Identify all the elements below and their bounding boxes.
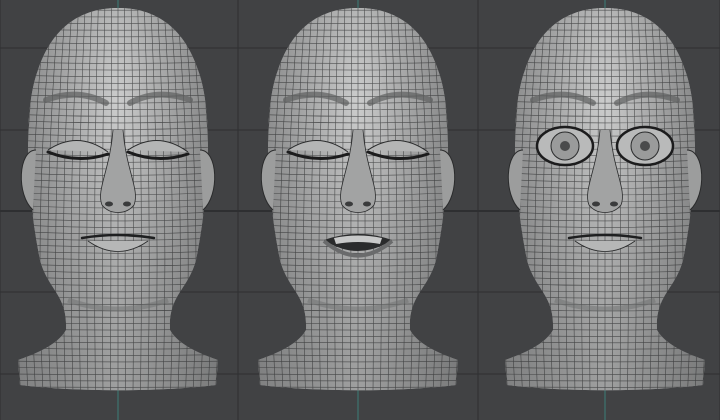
- head-models: [18, 8, 705, 391]
- nostril: [345, 201, 353, 207]
- 3d-viewport[interactable]: [0, 0, 720, 420]
- eye-pupil: [640, 141, 650, 151]
- nostril: [105, 201, 113, 207]
- nostril: [123, 201, 131, 207]
- viewport-canvas: [0, 0, 720, 420]
- nostril: [363, 201, 371, 207]
- nostril: [592, 201, 600, 207]
- nostril: [610, 201, 618, 207]
- eye-pupil: [560, 141, 570, 151]
